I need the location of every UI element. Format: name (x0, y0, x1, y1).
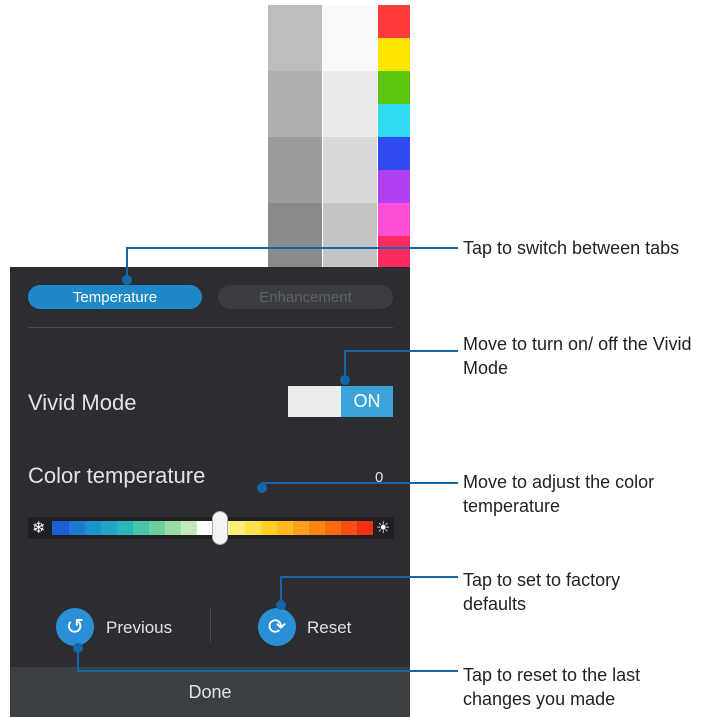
color-swatch (378, 203, 410, 236)
gray-swatch (323, 203, 377, 269)
color-swatch (378, 170, 410, 203)
gray-swatch (268, 203, 322, 269)
display-settings-screen: Temperature Enhancement Vivid Mode ON Co… (10, 0, 410, 717)
color-temperature-label: Color temperature (28, 463, 206, 488)
slider-gradient-segment (324, 521, 341, 535)
slider-gradient-segment (84, 521, 101, 535)
callout-color-temperature: Move to adjust the color temperature (463, 472, 655, 516)
actions-separator (210, 608, 211, 642)
tab-temperature[interactable]: Temperature (28, 285, 202, 309)
settings-panel: Temperature Enhancement Vivid Mode ON Co… (10, 267, 410, 717)
tab-enhancement[interactable]: Enhancement (218, 285, 393, 309)
toggle-on-label: ON (341, 386, 393, 417)
color-swatch (378, 71, 410, 104)
previous-button[interactable]: Previous (106, 618, 172, 638)
slider-gradient-segment (116, 521, 133, 535)
color-swatch (378, 236, 410, 269)
slider-gradient-segment (148, 521, 165, 535)
slider-gradient-segment (356, 521, 373, 535)
refresh-icon[interactable]: ⟳ (258, 608, 296, 646)
callout-reset: Tap to set to factory defaults (463, 570, 621, 614)
gray-swatch (268, 71, 322, 137)
vivid-mode-toggle[interactable]: ON (288, 386, 393, 417)
slider-gradient-segment (260, 521, 277, 535)
slider-gradient-segment (308, 521, 325, 535)
undo-icon[interactable]: ↺ (56, 608, 94, 646)
slider-gradient-segment (228, 521, 245, 535)
color-swatch (378, 104, 410, 137)
slider-gradient-segment (276, 521, 293, 535)
reset-button[interactable]: Reset (307, 618, 351, 638)
color-preview-area (10, 0, 410, 269)
slider-gradient-segment (164, 521, 181, 535)
slider-gradient-segment (132, 521, 149, 535)
snowflake-icon: ❄ (32, 520, 46, 537)
sun-icon: ☀ (376, 520, 391, 537)
color-temperature-slider[interactable]: ❄ ☀ (28, 511, 394, 545)
slider-gradient-segment (180, 521, 197, 535)
gray-swatch (323, 137, 377, 203)
done-button[interactable]: Done (10, 667, 410, 717)
slider-gradient-segment (52, 521, 69, 535)
color-swatch (378, 5, 410, 38)
callout-vivid-mode: Move to turn on/ off the Vivid Mode (463, 334, 692, 378)
gray-swatch (268, 137, 322, 203)
color-temperature-value: 0 (375, 469, 384, 486)
slider-gradient-segment (100, 521, 117, 535)
gray-swatch (323, 71, 377, 137)
tab-divider (28, 327, 393, 328)
color-swatch (378, 38, 410, 71)
callout-previous: Tap to reset to the last changes you mad… (463, 665, 641, 709)
slider-gradient-segment (68, 521, 85, 535)
slider-gradient-segment (292, 521, 309, 535)
vivid-mode-label: Vivid Mode (28, 390, 137, 415)
callout-tabs: Tap to switch between tabs (463, 238, 680, 258)
slider-gradient-segment (196, 521, 213, 535)
gray-swatch (323, 5, 377, 71)
slider-gradient-segment (340, 521, 357, 535)
slider-handle[interactable] (212, 511, 228, 545)
gray-swatch (268, 5, 322, 71)
color-swatch (378, 137, 410, 170)
slider-gradient-segment (244, 521, 261, 535)
